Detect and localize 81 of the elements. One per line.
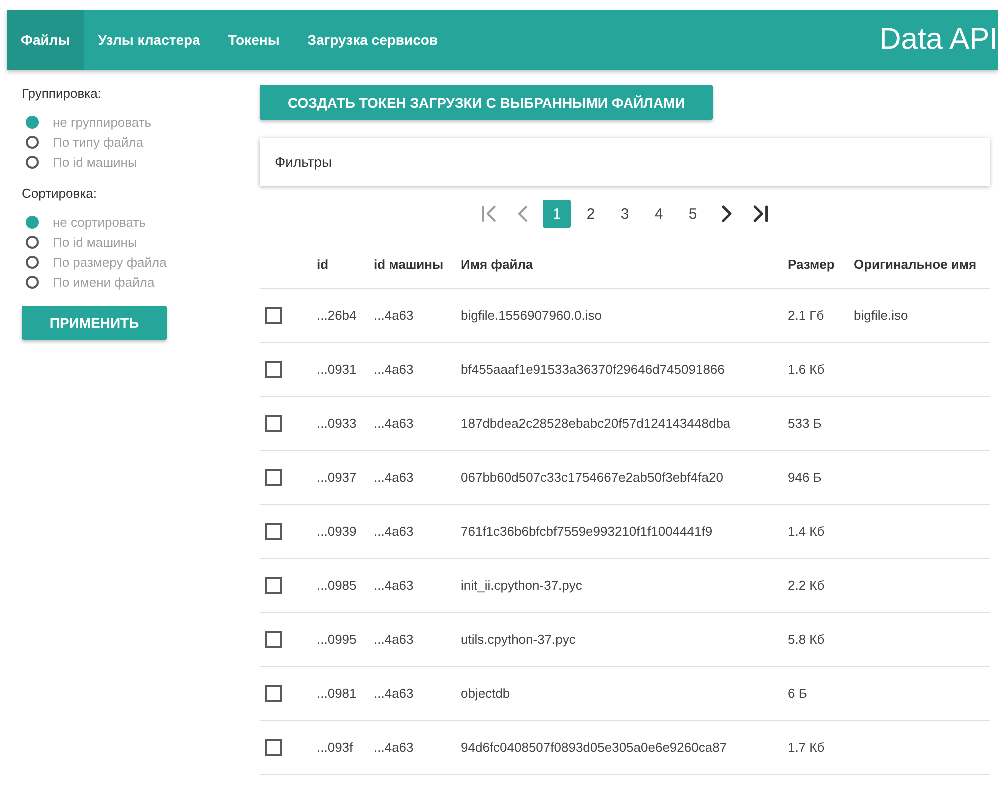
table-cell-text: ...0933 — [317, 416, 358, 431]
row-checkbox[interactable] — [265, 685, 282, 702]
table-cell-text: bigfile.iso — [854, 308, 910, 323]
table-cell-text: 2.2 Кб — [788, 578, 826, 593]
table-cell-text: ...4a63 — [374, 362, 415, 377]
table-cell-text: init_ii.cpython-37.pyc — [461, 578, 584, 593]
table-cell-text: ...0981 — [317, 686, 358, 701]
column-header: Оригинальное имя — [854, 256, 978, 272]
table-cell-text: 187dbdea2c28528ebabc20f57d124143448dba — [461, 416, 732, 431]
radio-label[interactable]: не сортировать — [53, 215, 146, 230]
radio-label[interactable]: По типу файла — [53, 135, 144, 150]
filters-title: Фильтры — [275, 154, 332, 170]
table-cell-text: objectdb — [461, 686, 512, 701]
page-number[interactable]: 2 — [577, 200, 605, 228]
table-cell-text: 1.7 Кб — [788, 740, 826, 755]
radio-label[interactable]: По имени файла — [53, 275, 155, 290]
radio-button[interactable] — [26, 156, 39, 169]
table-cell-text: bf455aaaf1e91533a36370f29646d745091866 — [461, 362, 726, 377]
nav-tab[interactable]: Токены — [214, 10, 294, 70]
table-cell-text: 761f1c36b6bfcbf7559e993210f1f1004441f9 — [461, 524, 714, 539]
page-number[interactable]: 3 — [611, 200, 639, 228]
radio-button[interactable] — [26, 136, 39, 149]
radio-label[interactable]: По id машины — [53, 155, 138, 170]
column-header: Имя файла — [461, 256, 534, 272]
table-cell-text: ...0939 — [317, 524, 358, 539]
table-cell-text: 1.6 Кб — [788, 362, 826, 377]
table-cell-text: 1.4 Кб — [788, 524, 826, 539]
table-cell-text: ...4a63 — [374, 578, 415, 593]
row-checkbox[interactable] — [265, 631, 282, 648]
row-checkbox[interactable] — [265, 469, 282, 486]
nav-tab[interactable]: Файлы — [7, 10, 84, 70]
table-cell-text: ...4a63 — [374, 470, 415, 485]
column-header: id — [317, 256, 330, 272]
table-cell-text: 946 Б — [788, 470, 823, 485]
row-checkbox[interactable] — [265, 361, 282, 378]
radio-button[interactable] — [26, 256, 39, 269]
group-title: Сортировка: — [22, 186, 98, 201]
nav-tab[interactable]: Узлы кластера — [84, 10, 214, 70]
create-token-button[interactable]: СОЗДАТЬ ТОКЕН ЗАГРУЗКИ С ВЫБРАННЫМИ ФАЙЛАМИ — [260, 85, 714, 120]
radio-button[interactable] — [26, 276, 39, 289]
row-checkbox[interactable] — [265, 307, 282, 324]
table-cell-text: ...093f — [317, 740, 354, 755]
filters-panel[interactable]: Фильтры — [260, 138, 990, 186]
table-cell-text: bigfile.1556907960.0.iso — [461, 308, 603, 323]
radio-button[interactable] — [26, 216, 39, 229]
group-title: Группировка: — [22, 86, 102, 101]
row-checkbox[interactable] — [265, 415, 282, 432]
table-cell-text: ...26b4 — [317, 308, 358, 323]
table-cell-text: 94d6fc0408507f0893d05e305a0e6e9260ca87 — [461, 740, 728, 755]
nav-tab[interactable]: Загрузка сервисов — [294, 10, 452, 70]
app-title: Data API — [880, 23, 998, 57]
table-cell-text: ...0985 — [317, 578, 358, 593]
page-number[interactable]: 5 — [679, 200, 707, 228]
table-cell-text: ...0937 — [317, 470, 358, 485]
apply-button[interactable]: ПРИМЕНИТЬ — [22, 306, 167, 340]
radio-label[interactable]: По id машины — [53, 235, 138, 250]
table-cell-text: 2.1 Гб — [788, 308, 826, 323]
table-cell-text: 5.8 Кб — [788, 632, 826, 647]
table-cell-text: ...0931 — [317, 362, 358, 377]
row-checkbox[interactable] — [265, 577, 282, 594]
page-number[interactable]: 4 — [645, 200, 673, 228]
table-cell-text: ...0995 — [317, 632, 358, 647]
table-cell-text: ...4a63 — [374, 524, 415, 539]
column-header: id машины — [374, 256, 445, 272]
column-header: Размер — [788, 256, 836, 272]
radio-button[interactable] — [26, 116, 39, 129]
table-cell-text: 067bb60d507c33c1754667e2ab50f3ebf4fa20 — [461, 470, 724, 485]
table-cell-text: ...4a63 — [374, 740, 415, 755]
table-cell-text: 6 Б — [788, 686, 808, 701]
table-cell-text: ...4a63 — [374, 416, 415, 431]
radio-label[interactable]: не группировать — [53, 115, 152, 130]
row-checkbox[interactable] — [265, 523, 282, 540]
table-cell-text: ...4a63 — [374, 632, 415, 647]
radio-button[interactable] — [26, 236, 39, 249]
table-cell-text: 533 Б — [788, 416, 823, 431]
row-checkbox[interactable] — [265, 739, 282, 756]
radio-label[interactable]: По размеру файла — [53, 255, 167, 270]
page-number[interactable]: 1 — [543, 200, 571, 228]
table-cell-text: utils.cpython-37.pyc — [461, 632, 577, 647]
table-cell-text: ...4a63 — [374, 308, 415, 323]
table-cell-text: ...4a63 — [374, 686, 415, 701]
